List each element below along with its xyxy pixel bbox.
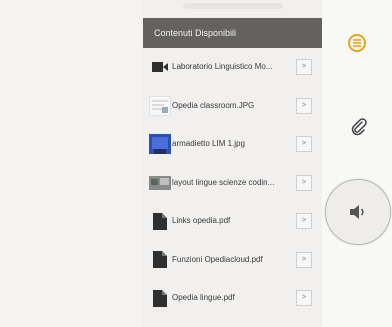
list-item[interactable]: Links opedia.pdf > [143,202,322,241]
list-item[interactable]: layout lingue scienze codin... > [143,164,322,203]
image-thumbnail-icon [148,133,172,155]
list-item[interactable]: Funzioni Opediacloud.pdf > [143,241,322,280]
panel-title: Contenuti Disponibili [143,18,322,48]
item-label: Laboratorio Linguistico Mo... [172,62,273,71]
open-item-button[interactable]: > [296,213,312,229]
item-label: Opedia classroom.JPG [172,100,255,110]
list-item[interactable]: Opedia classroom.JPG > [143,87,322,126]
open-item-button[interactable]: > [296,136,312,152]
document-icon [148,249,172,271]
speaker-icon [350,205,364,219]
open-item-button[interactable]: > [296,251,312,268]
panel-grip[interactable] [183,3,283,9]
open-item-button[interactable]: > [296,174,312,191]
item-label: armadietto LIM 1.jpg [172,139,245,148]
image-thumbnail-icon [148,172,172,194]
paperclip-icon[interactable] [349,117,369,137]
item-label: Links opedia.pdf [172,216,231,225]
document-icon [148,210,172,232]
list-item[interactable]: Opedia lingue.pdf > [143,279,322,318]
left-content-area [0,0,143,327]
list-item[interactable]: Laboratorio Linguistico Mo... > [143,48,322,87]
open-item-button[interactable]: > [296,59,312,75]
video-icon [148,56,172,78]
panel-top-bar [143,0,322,18]
image-thumbnail-icon [148,95,172,117]
menu-circle-icon[interactable] [347,33,367,53]
item-label: Opedia lingue.pdf [172,293,235,302]
item-label: layout lingue scienze codin... [172,177,275,187]
open-item-button[interactable]: > [296,290,312,306]
audio-button[interactable] [325,179,391,245]
item-label: Funzioni Opediacloud.pdf [172,254,263,264]
contents-list: Laboratorio Linguistico Mo... > Opedia c… [143,48,322,318]
document-icon [148,287,172,309]
list-item[interactable]: armadietto LIM 1.jpg > [143,125,322,164]
available-contents-panel: Contenuti Disponibili Laboratorio Lingui… [143,0,323,327]
open-item-button[interactable]: > [296,97,312,114]
